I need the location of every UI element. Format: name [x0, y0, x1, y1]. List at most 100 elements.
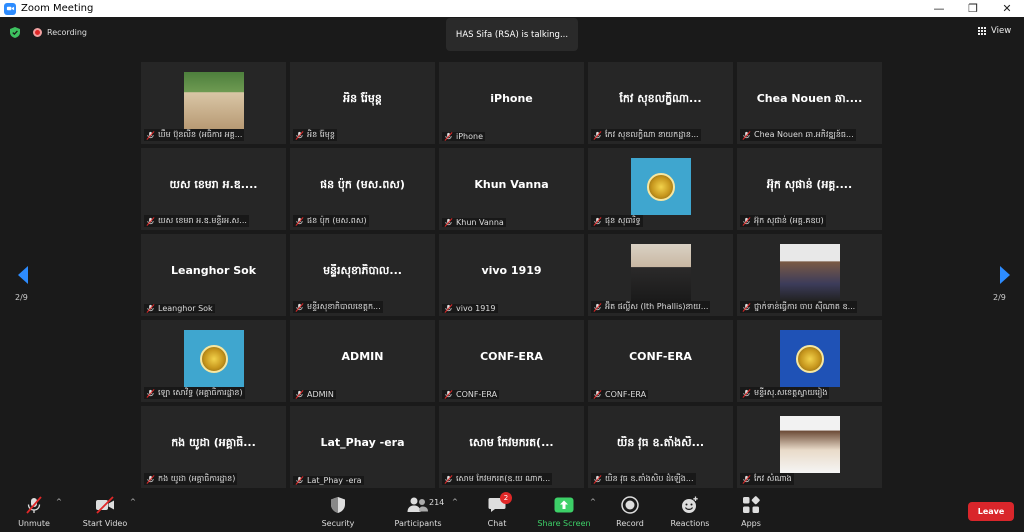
emblem-icon: [646, 172, 675, 201]
participant-display-name: អ៊ុក សុផាន់ (អគ្គ....: [766, 178, 853, 191]
participant-tile[interactable]: vivo 1919 vivo 1919: [439, 234, 584, 316]
participants-count: 214: [429, 498, 445, 507]
participant-tile[interactable]: មន្ទីរសុខាភិបាល... មន្ទីរសុខាភិបាលខេត្តក.…: [290, 234, 435, 316]
start-video-button[interactable]: Start Video: [80, 490, 130, 532]
participant-name: មន្ទីរសុខាភិបាលខេត្តក...: [307, 302, 381, 311]
close-icon[interactable]: ✕: [990, 0, 1024, 17]
security-shield-icon: [327, 494, 349, 516]
participant-tile[interactable]: សោម កែវមករត(... សោម កែវមករត(ឧ.យ ណាក...: [439, 406, 584, 488]
participants-button[interactable]: 214 Participants: [392, 490, 444, 532]
participant-name-label: មន្ទីរសុខាភិបាលខេត្តក...: [293, 301, 383, 313]
muted-mic-icon: [444, 390, 453, 399]
next-page-icon[interactable]: [994, 265, 1014, 285]
participant-name: ADMIN: [307, 390, 334, 399]
participant-tile[interactable]: ឡោ សោវិទ្ធ (អគ្គាធិការដ្ឋាន): [141, 320, 286, 402]
participant-tile[interactable]: Khun Vanna Khun Vanna: [439, 148, 584, 230]
muted-mic-icon: [593, 130, 602, 140]
muted-mic-icon: [295, 130, 304, 140]
view-label: View: [991, 26, 1012, 36]
muted-mic-icon: [593, 216, 602, 226]
participant-name-label: ADMIN: [293, 390, 336, 399]
participant-display-name: Chea Nouen ឆា....: [756, 92, 863, 105]
apps-icon: [740, 494, 762, 516]
participant-name: ឡោ សោវិទ្ធ (អគ្គាធិការដ្ឋាន): [158, 388, 243, 397]
participant-name: មន្ទីរសុ.សខេត្តស្វាយរៀង: [754, 388, 828, 397]
participant-tile[interactable]: អិន រ៉ែមុន្ត អិន រ៉ែមុន្ត: [290, 62, 435, 144]
reactions-label: Reactions: [670, 519, 710, 528]
participant-tile[interactable]: កង យូដា (អគ្គាធិ... កង យូដា (អគ្គាធិការដ្…: [141, 406, 286, 488]
record-button[interactable]: Record: [614, 490, 646, 532]
participant-name-label: អិន រ៉ែមុន្ត: [293, 129, 337, 141]
participant-display-name: កែវ សុខលក្ខិណា...: [619, 92, 702, 105]
participant-name: ថ្នាក់ទាន់ធ្វើការ ចាប ស៊ីណាត ឧ...: [754, 302, 856, 311]
shield-icon[interactable]: [10, 27, 20, 38]
participant-tile[interactable]: អ៊ុក សុផាន់ (អគ្គ.... អ៊ុក សុផាន់ (អគ្គ.គ…: [737, 148, 882, 230]
minimize-icon[interactable]: —: [922, 0, 956, 17]
participant-tile[interactable]: កែវ សុខលក្ខិណា... កែវ សុខលក្ខិណា នាយកដ្ឋា…: [588, 62, 733, 144]
share-options-caret-icon[interactable]: ^: [590, 498, 596, 506]
participant-tile[interactable]: យិន វុធ ឧ.តាំងសិ... យិន វុធ ឧ.តាំងសិប ដំឡ…: [588, 406, 733, 488]
apps-button[interactable]: Apps: [738, 490, 764, 532]
recording-label: Recording: [47, 28, 88, 37]
grid-view-icon: [978, 26, 987, 36]
participant-tile[interactable]: កែវ សំណាង: [737, 406, 882, 488]
muted-mic-icon: [295, 476, 304, 485]
participant-tile[interactable]: មន្ទីរសុ.សខេត្តស្វាយរៀង: [737, 320, 882, 402]
participant-tile[interactable]: ផុន សុធារិទ្ធ: [588, 148, 733, 230]
chat-button[interactable]: 2 Chat: [484, 490, 512, 532]
apps-label: Apps: [741, 519, 761, 528]
recording-indicator[interactable]: Recording: [33, 28, 87, 37]
participant-name-label: អ៊ុក សុផាន់ (អគ្គ.គឧប): [740, 215, 826, 227]
share-screen-button[interactable]: Share Screen: [536, 490, 592, 532]
participant-display-name: អិន រ៉ែមុន្ត: [343, 92, 382, 105]
emblem-icon: [795, 344, 824, 373]
reactions-button[interactable]: Reactions: [668, 490, 712, 532]
participant-tile[interactable]: ផន ប៉ុក (មស.ពស) ផន ប៉ុក (មស.ពស): [290, 148, 435, 230]
reactions-smiley-icon: [679, 494, 701, 516]
participant-name: ផន ប៉ុក (មស.ពស): [307, 216, 367, 225]
participant-name: ឃឹម ប៊ុនលីន (អធិការ អគ្គ...: [158, 130, 243, 139]
participant-name: Leanghor Sok: [158, 304, 213, 313]
leave-button[interactable]: Leave: [968, 502, 1014, 521]
video-options-caret-icon[interactable]: ^: [130, 498, 136, 506]
participant-name: អ៊ុក សុផាន់ (អគ្គ.គឧប): [754, 216, 824, 225]
participant-display-name: ADMIN: [341, 350, 384, 363]
view-button[interactable]: View: [978, 26, 1011, 36]
participant-name-label: ផន ប៉ុក (មស.ពស): [293, 215, 369, 227]
muted-mic-icon: [295, 302, 304, 312]
unmute-button[interactable]: Unmute: [16, 490, 52, 532]
gallery-grid: ឃឹម ប៊ុនលីន (អធិការ អគ្គ... អិន រ៉ែមុន្តអ…: [141, 62, 883, 488]
window-title: Zoom Meeting: [21, 3, 94, 14]
restore-icon[interactable]: ❐: [956, 0, 990, 17]
muted-mic-icon: [295, 216, 304, 226]
participant-tile[interactable]: ឃឹម ប៊ុនលីន (អធិការ អគ្គ...: [141, 62, 286, 144]
participant-tile[interactable]: CONF-ERA CONF-ERA: [588, 320, 733, 402]
participant-tile[interactable]: iPhone iPhone: [439, 62, 584, 144]
audio-options-caret-icon[interactable]: ^: [56, 498, 62, 506]
participant-name-label: មន្ទីរសុ.សខេត្តស្វាយរៀង: [740, 387, 830, 399]
muted-mic-icon: [295, 390, 304, 399]
participant-tile[interactable]: Leanghor Sok Leanghor Sok: [141, 234, 286, 316]
video-off-icon: [94, 494, 116, 516]
active-speaker-banner: HAS Sifa (RSA) is talking...: [446, 18, 578, 51]
participant-tile[interactable]: ថ្នាក់ទាន់ធ្វើការ ចាប ស៊ីណាត ឧ...: [737, 234, 882, 316]
participant-name-label: Lat_Phay -era: [293, 476, 364, 485]
participant-tile[interactable]: យស ខេមរា អ.ឌ.... យស ខេមរា អ.ឌ.មន្ទីរអ.ស..…: [141, 148, 286, 230]
previous-page-icon[interactable]: [14, 265, 34, 285]
participant-tile[interactable]: Lat_Phay -era Lat_Phay -era: [290, 406, 435, 488]
participant-name: កែវ សំណាង: [754, 474, 792, 483]
muted-mic-icon: [742, 216, 751, 226]
muted-mic-icon: [444, 218, 453, 227]
participant-name: vivo 1919: [456, 304, 496, 313]
participant-tile[interactable]: ADMIN ADMIN: [290, 320, 435, 402]
participant-tile[interactable]: Chea Nouen ឆា.... Chea Nouen ឆា.អភិវឌ្ឍន៍…: [737, 62, 882, 144]
participants-options-caret-icon[interactable]: ^: [452, 498, 458, 506]
participant-display-name: Leanghor Sok: [170, 264, 257, 277]
participant-name: Chea Nouen ឆា.អភិវឌ្ឍន៍ធ...: [754, 130, 854, 139]
participants-label: Participants: [394, 519, 442, 528]
security-button[interactable]: Security: [320, 490, 356, 532]
participant-tile[interactable]: CONF-ERA CONF-ERA: [439, 320, 584, 402]
participant-tile[interactable]: អ៊ិត ផល្លីស (Ith Phallis)នាយ...: [588, 234, 733, 316]
participant-name-label: vivo 1919: [442, 304, 498, 313]
participant-display-name: សោម កែវមករត(...: [469, 436, 554, 449]
